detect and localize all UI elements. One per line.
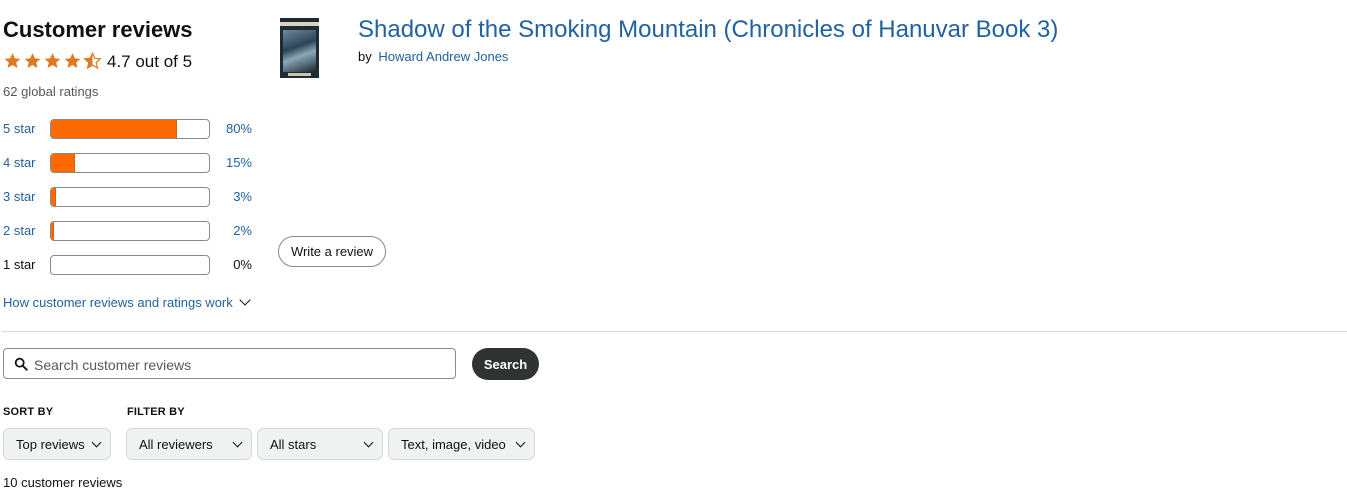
star-full-icon (24, 53, 41, 68)
write-review-button[interactable]: Write a review (278, 236, 386, 267)
reviewer-filter-dropdown[interactable]: All reviewers (126, 428, 252, 460)
star-filter-dropdown[interactable]: All stars (257, 428, 383, 460)
histogram-bar-fill (51, 222, 55, 240)
histogram-percent: 0% (233, 257, 252, 272)
star-full-icon (44, 53, 61, 68)
search-button[interactable]: Search (472, 348, 539, 380)
reviewer-filter-value: All reviewers (139, 436, 213, 452)
histogram-bar (50, 255, 210, 275)
histogram-percent[interactable]: 2% (233, 223, 252, 238)
histogram-label: 1 star (3, 257, 36, 272)
chevron-down-icon (91, 437, 102, 448)
sort-dropdown[interactable]: Top reviews (3, 428, 111, 460)
byline: by Howard Andrew Jones (358, 49, 508, 64)
histogram-bar[interactable] (50, 221, 210, 241)
histogram-label[interactable]: 2 star (3, 223, 36, 238)
histogram-label[interactable]: 5 star (3, 121, 36, 136)
search-input[interactable] (32, 354, 446, 376)
histogram-bar-fill (51, 154, 75, 172)
chevron-down-icon (515, 437, 526, 448)
media-filter-value: Text, image, video (401, 436, 506, 452)
star-filter-value: All stars (270, 436, 317, 452)
search-icon (14, 357, 28, 371)
reviews-heading: Customer reviews (3, 17, 193, 42)
histogram-percent[interactable]: 80% (226, 121, 252, 136)
filter-by-caption: FILTER BY (127, 406, 185, 418)
average-rating-text: 4.7 out of 5 (107, 52, 193, 71)
star-full-icon (64, 53, 81, 68)
cover-title-band (280, 22, 319, 26)
histogram-row-3-star[interactable]: 3 star 3% (3, 186, 263, 208)
histogram-bar[interactable] (50, 187, 210, 207)
star-full-icon (4, 53, 21, 68)
histogram-row-2-star[interactable]: 2 star 2% (3, 220, 263, 242)
book-cover-thumbnail[interactable] (280, 18, 319, 78)
histogram-row-1-star: 1 star 0% (3, 254, 263, 276)
average-star-rating[interactable] (3, 52, 102, 70)
sort-dropdown-value: Top reviews (16, 436, 85, 452)
author-link[interactable]: Howard Andrew Jones (378, 49, 508, 64)
sort-by-caption: SORT BY (3, 406, 54, 418)
histogram-percent[interactable]: 3% (233, 189, 252, 204)
cover-artwork (283, 30, 316, 72)
chevron-down-icon (232, 437, 243, 448)
histogram-row-4-star[interactable]: 4 star 15% (3, 152, 263, 174)
how-ratings-work-label[interactable]: How customer reviews and ratings work (3, 295, 233, 310)
media-filter-dropdown[interactable]: Text, image, video (388, 428, 535, 460)
chevron-down-icon (239, 294, 251, 306)
cover-author-band (288, 73, 311, 76)
histogram-percent[interactable]: 15% (226, 155, 252, 170)
histogram-label[interactable]: 3 star (3, 189, 36, 204)
how-ratings-work-link[interactable]: How customer reviews and ratings work (3, 294, 251, 310)
chevron-down-icon (363, 437, 374, 448)
review-search-box[interactable] (3, 348, 456, 379)
histogram-bar-fill (51, 120, 178, 138)
book-title-link[interactable]: Shadow of the Smoking Mountain (Chronicl… (358, 16, 1058, 44)
histogram-label[interactable]: 4 star (3, 155, 36, 170)
byline-prefix: by (358, 49, 372, 64)
histogram-bar-fill (51, 188, 56, 206)
review-count: 10 customer reviews (3, 475, 123, 490)
global-ratings-count: 62 global ratings (3, 84, 99, 99)
histogram-bar[interactable] (50, 119, 210, 139)
section-divider (2, 331, 1347, 332)
star-half-icon (83, 52, 102, 70)
histogram-row-5-star[interactable]: 5 star 80% (3, 118, 263, 140)
histogram-bar[interactable] (50, 153, 210, 173)
